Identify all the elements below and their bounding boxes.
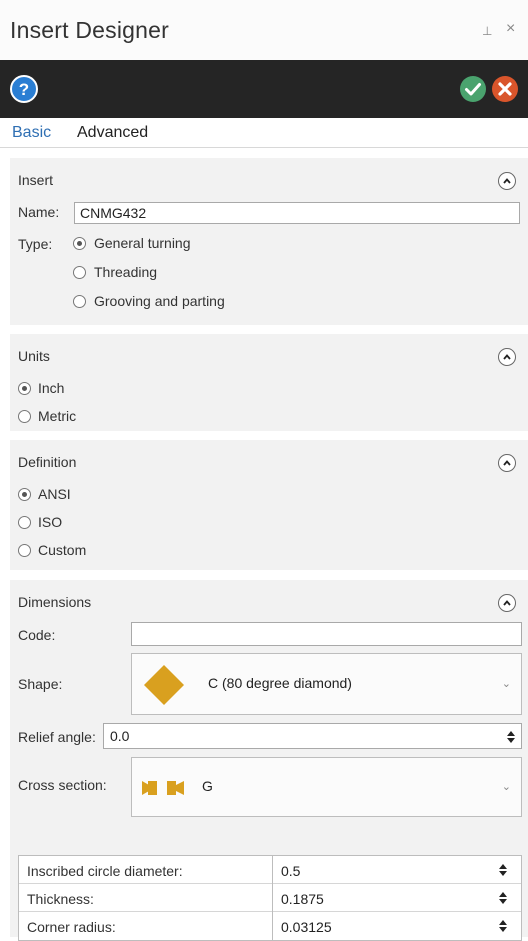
ansi-label: ANSI — [38, 486, 71, 502]
dimensions-panel-title: Dimensions — [18, 594, 92, 610]
name-input[interactable] — [74, 202, 520, 224]
relief-angle-value: 0.0 — [110, 728, 130, 744]
radio-custom[interactable] — [18, 544, 31, 557]
corner-radius-value[interactable]: 0.03125 — [281, 919, 332, 935]
radio-iso[interactable] — [18, 516, 31, 529]
collapse-insert-icon[interactable] — [498, 172, 516, 190]
inch-label: Inch — [38, 380, 65, 396]
insert-panel-title: Insert — [18, 172, 54, 188]
cross-section-label: Cross section: — [18, 777, 107, 793]
code-input[interactable] — [131, 622, 522, 646]
table-row: Inscribed circle diameter: 0.5 — [19, 856, 521, 884]
collapse-definition-icon[interactable] — [498, 454, 516, 472]
help-circle-icon[interactable]: ? — [10, 75, 38, 103]
close-icon[interactable]: × — [506, 20, 515, 38]
pin-icon[interactable]: ⊥ — [482, 24, 492, 38]
shape-value: C (80 degree diamond) — [208, 675, 352, 691]
table-row: Thickness: 0.1875 — [19, 884, 521, 912]
dimensions-grid: Inscribed circle diameter: 0.5 Thickness… — [18, 855, 522, 941]
thickness-stepper[interactable] — [499, 892, 509, 904]
radio-ansi[interactable] — [18, 488, 31, 501]
definition-panel: Definition ANSI ISO Custom — [10, 440, 528, 570]
tab-basic[interactable]: Basic — [12, 124, 51, 142]
units-panel: Units Inch Metric — [10, 334, 528, 431]
svg-text:?: ? — [19, 80, 29, 99]
shape-label: Shape: — [18, 676, 63, 692]
code-label: Code: — [18, 627, 56, 643]
radio-inch[interactable] — [18, 382, 31, 395]
cross-section-value: G — [202, 778, 213, 794]
tab-bar: Basic Advanced — [0, 118, 528, 148]
chevron-down-icon: ⌄ — [501, 678, 511, 690]
thickness-label: Thickness: — [19, 884, 273, 912]
type-label: Type: — [18, 236, 53, 252]
custom-label: Custom — [38, 542, 87, 558]
radio-threading[interactable] — [73, 266, 86, 279]
cross-section-icon — [142, 781, 184, 795]
cancel-circle-icon[interactable] — [491, 75, 519, 103]
radio-metric[interactable] — [18, 410, 31, 423]
collapse-units-icon[interactable] — [498, 348, 516, 366]
grooving-parting-label: Grooving and parting — [94, 293, 225, 309]
corner-radius-label: Corner radius: — [19, 912, 273, 940]
thickness-value[interactable]: 0.1875 — [281, 891, 324, 907]
inscribed-circle-label: Inscribed circle diameter: — [19, 856, 273, 884]
chevron-down-icon: ⌄ — [501, 781, 511, 793]
collapse-dimensions-icon[interactable] — [498, 594, 516, 612]
inscribed-circle-value[interactable]: 0.5 — [281, 863, 300, 879]
window-title: Insert Designer — [10, 17, 169, 43]
diamond-shape-icon — [144, 665, 184, 705]
metric-label: Metric — [38, 408, 77, 424]
units-panel-title: Units — [18, 348, 50, 364]
cross-section-dropdown[interactable]: G ⌄ — [131, 757, 522, 817]
radio-grooving-parting[interactable] — [73, 295, 86, 308]
name-label: Name: — [18, 204, 60, 220]
check-circle-icon[interactable] — [459, 75, 487, 103]
threading-label: Threading — [94, 264, 158, 280]
general-turning-label: General turning — [94, 235, 191, 251]
title-bar: Insert Designer ⊥ × — [0, 0, 528, 60]
relief-angle-field[interactable]: 0.0 — [103, 723, 522, 749]
iso-label: ISO — [38, 514, 63, 530]
inscribed-circle-stepper[interactable] — [499, 864, 509, 876]
toolbar: ? — [0, 60, 528, 118]
radio-general-turning[interactable] — [73, 237, 86, 250]
table-row: Corner radius: 0.03125 — [19, 912, 521, 940]
insert-panel: Insert Name: Type: General turning Threa… — [10, 158, 528, 325]
tab-advanced[interactable]: Advanced — [77, 124, 148, 142]
shape-dropdown[interactable]: C (80 degree diamond) ⌄ — [131, 653, 522, 715]
relief-angle-stepper[interactable] — [507, 731, 517, 743]
definition-panel-title: Definition — [18, 454, 77, 470]
relief-angle-label: Relief angle: — [18, 729, 96, 745]
corner-radius-stepper[interactable] — [499, 920, 509, 932]
